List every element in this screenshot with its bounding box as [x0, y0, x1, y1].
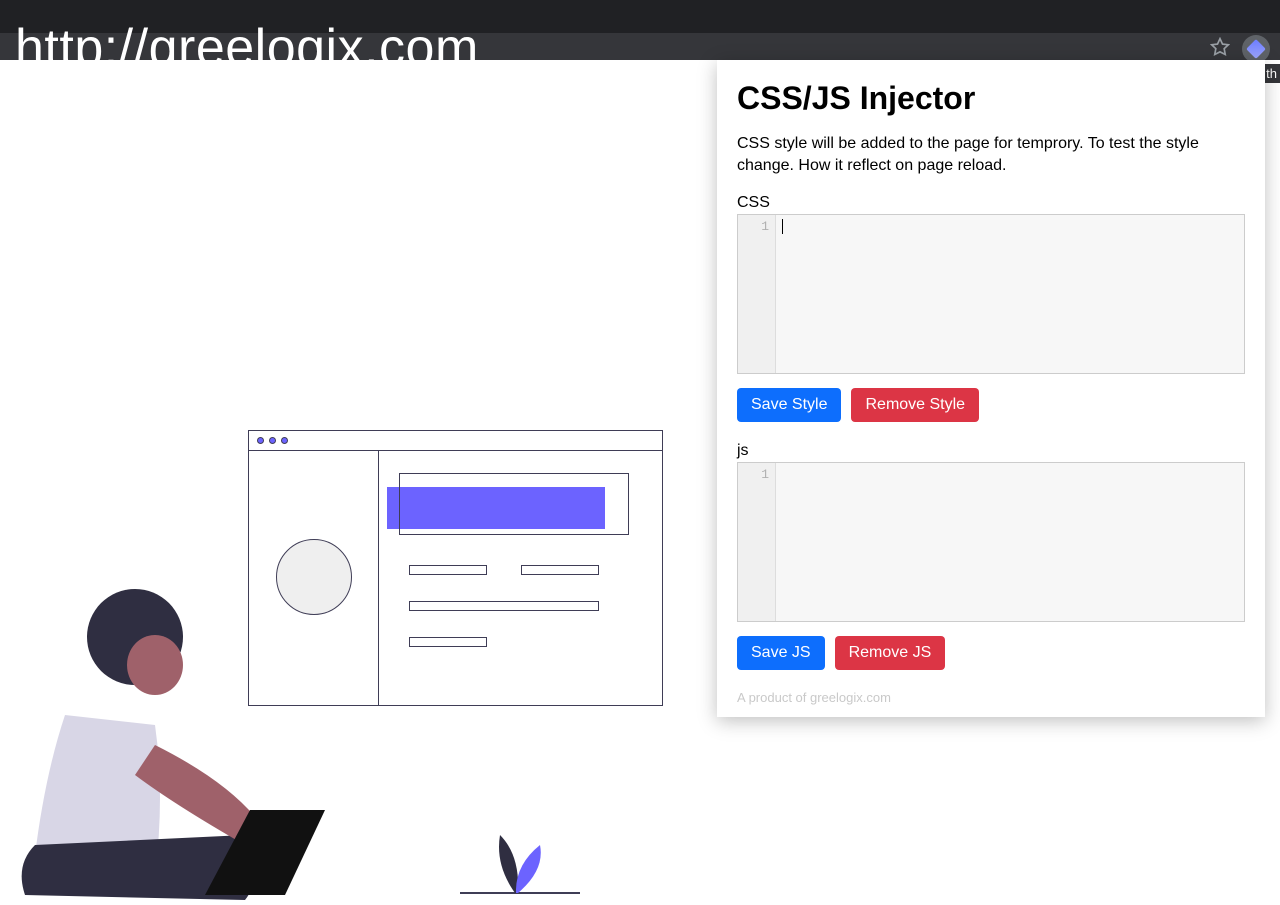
css-editor[interactable]: 1 [737, 214, 1245, 374]
js-editor[interactable]: 1 [737, 462, 1245, 622]
css-gutter: 1 [738, 215, 776, 373]
address-bar-url: http://greelogix.com [15, 18, 479, 78]
css-label: CSS [737, 194, 1245, 212]
illustration-plant [460, 825, 580, 895]
popup-description: CSS style will be added to the page for … [737, 133, 1245, 176]
remove-js-button[interactable]: Remove JS [835, 636, 946, 670]
extension-popup: CSS/JS Injector CSS style will be added … [717, 60, 1265, 717]
save-js-button[interactable]: Save JS [737, 636, 825, 670]
popup-credit: A product of greelogix.com [737, 690, 1245, 705]
css-code-area[interactable] [776, 215, 1244, 373]
injector-extension-icon[interactable] [1242, 35, 1270, 63]
js-label: js [737, 442, 1245, 460]
remove-style-button[interactable]: Remove Style [851, 388, 979, 422]
popup-title: CSS/JS Injector [737, 80, 1245, 117]
js-gutter: 1 [738, 463, 776, 621]
star-icon[interactable] [1210, 37, 1230, 62]
illustration-person [5, 575, 335, 905]
page-corner-fragment: th [1263, 64, 1280, 83]
save-style-button[interactable]: Save Style [737, 388, 841, 422]
js-code-area[interactable] [776, 463, 1244, 621]
